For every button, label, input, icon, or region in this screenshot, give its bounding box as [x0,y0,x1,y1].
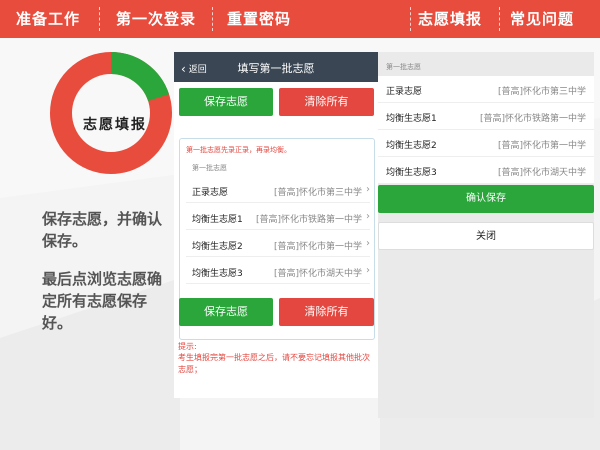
donut-graphic [50,52,172,174]
save-button-bottom[interactable]: 保存志愿 [179,298,273,326]
section-label: 第一批志愿 [192,164,227,172]
clear-button[interactable]: 清除所有 [279,88,374,116]
panel-header: ‹ 返回 填写第一批志愿 [174,52,378,82]
list-item[interactable]: 均衡生志愿3 [普高]怀化市湖天中学 › [186,258,370,284]
confirm-section-label: 第一批志愿 [386,63,421,71]
nav-item-preparation[interactable]: 准备工作 [16,0,80,38]
list-item[interactable]: 正录志愿 [普高]怀化市第三中学 › [186,177,370,203]
nav-divider [410,7,411,31]
nav-item-first-login[interactable]: 第一次登录 [116,0,196,38]
confirm-save-button[interactable]: 确认保存 [378,185,594,213]
save-button[interactable]: 保存志愿 [179,88,273,116]
chevron-right-icon: › [366,265,370,276]
close-button[interactable]: 关闭 [378,222,594,250]
list-item: 均衡生志愿1 [普高]怀化市铁路第一中学 [378,103,594,130]
application-form-panel: ‹ 返回 填写第一批志愿 保存志愿 清除所有 第一批志愿先录正录，再录均衡。 第… [174,52,378,398]
clear-button-bottom[interactable]: 清除所有 [279,298,374,326]
chevron-right-icon: › [366,238,370,249]
nav-divider [212,7,213,31]
top-nav: 准备工作 第一次登录 重置密码 志愿填报 常见问题 [0,0,600,38]
nav-item-reset-password[interactable]: 重置密码 [227,0,291,38]
nav-item-faq[interactable]: 常见问题 [510,0,574,38]
list-item: 均衡生志愿3 [普高]怀化市湖天中学 [378,157,594,184]
order-notice: 第一批志愿先录正录，再录均衡。 [186,146,291,154]
list-item[interactable]: 均衡生志愿2 [普高]怀化市第一中学 › [186,231,370,257]
confirmation-panel: 第一批志愿 正录志愿 [普高]怀化市第三中学 均衡生志愿1 [普高]怀化市铁路第… [378,52,594,418]
hint-text: 考生填报完第一批志愿之后，请不要忘记填报其他批次志愿； [178,353,370,374]
nav-divider [99,7,100,31]
donut-label: 志愿填报 [83,117,147,133]
chevron-right-icon: › [366,184,370,195]
panel-title: 填写第一批志愿 [237,62,315,75]
list-item: 正录志愿 [普高]怀化市第三中学 [378,76,594,103]
list-item[interactable]: 均衡生志愿1 [普高]怀化市铁路第一中学 › [186,204,370,230]
list-item: 均衡生志愿2 [普高]怀化市第一中学 [378,130,594,157]
chevron-right-icon: › [366,211,370,222]
nav-divider [499,7,500,31]
nav-item-application[interactable]: 志愿填报 [418,0,482,38]
instruction-review: 最后点浏览志愿确定所有志愿保存好。 [42,270,163,332]
hint-title: 提示: [178,342,197,351]
instruction-save: 保存志愿，并确认保存。 [42,210,163,250]
